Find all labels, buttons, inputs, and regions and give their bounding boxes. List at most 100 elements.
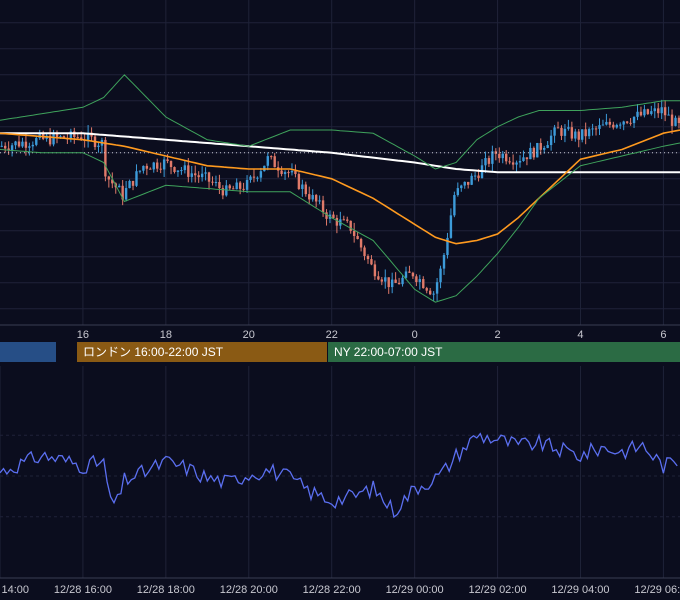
candle-down bbox=[608, 121, 612, 125]
candle-up bbox=[256, 177, 259, 179]
candle-down bbox=[211, 181, 214, 183]
candle-up bbox=[311, 195, 314, 200]
candle-down bbox=[280, 170, 283, 175]
candle-down bbox=[24, 141, 28, 148]
candle-up bbox=[574, 131, 577, 139]
candle-down bbox=[556, 127, 560, 129]
candle-down bbox=[498, 153, 501, 159]
candle-up bbox=[28, 146, 31, 148]
candle-down bbox=[131, 180, 135, 186]
candle-down bbox=[560, 127, 563, 136]
candle-down bbox=[394, 279, 397, 283]
candle-up bbox=[432, 293, 435, 295]
candle-up bbox=[214, 181, 218, 183]
candle-up bbox=[249, 176, 252, 180]
candle-up bbox=[660, 107, 663, 114]
candle-up bbox=[615, 124, 618, 128]
candle-up bbox=[674, 117, 677, 126]
candle-up bbox=[515, 162, 518, 165]
candle-down bbox=[3, 145, 7, 149]
candle-down bbox=[539, 143, 542, 150]
candle-up bbox=[529, 147, 532, 160]
candle-up bbox=[390, 279, 394, 288]
session-tokyo-label bbox=[0, 345, 6, 359]
candle-down bbox=[107, 176, 111, 180]
candle-down bbox=[646, 109, 650, 114]
candle-up bbox=[601, 124, 605, 126]
candle-up bbox=[176, 170, 180, 172]
candle-down bbox=[159, 168, 162, 170]
candle-down bbox=[346, 219, 349, 221]
candle-up bbox=[453, 195, 456, 216]
candle-up bbox=[470, 175, 473, 185]
candle-up bbox=[21, 141, 24, 147]
x-tick-label: 4 bbox=[577, 329, 583, 341]
oscillator-x-tick-label: 12/28 20:00 bbox=[220, 584, 278, 596]
candle-up bbox=[318, 200, 321, 202]
oscillator-x-tick-label: 12/29 06:00 bbox=[634, 584, 680, 596]
candle-up bbox=[180, 170, 183, 172]
oscillator-x-tick-label: 12/28 16:00 bbox=[54, 584, 112, 596]
candle-up bbox=[567, 127, 570, 129]
candle-down bbox=[166, 159, 169, 162]
candle-down bbox=[629, 122, 632, 124]
candle-up bbox=[636, 111, 639, 117]
x-tick-label: 18 bbox=[160, 329, 172, 341]
candle-up bbox=[632, 116, 636, 124]
oscillator-x-tick-label: 12/28 22:00 bbox=[303, 584, 361, 596]
candle-down bbox=[363, 247, 366, 256]
candle-up bbox=[442, 255, 446, 269]
candle-up bbox=[549, 135, 553, 146]
candle-up bbox=[10, 145, 14, 151]
candle-down bbox=[242, 188, 245, 190]
candle-up bbox=[619, 124, 622, 126]
candle-up bbox=[501, 153, 504, 159]
candle-down bbox=[487, 158, 491, 164]
oscillator-x-tick-label: 12/28 18:00 bbox=[137, 584, 195, 596]
candle-down bbox=[594, 128, 598, 130]
candle-down bbox=[228, 185, 231, 189]
candle-down bbox=[422, 279, 425, 289]
candle-up bbox=[152, 162, 155, 170]
candle-up bbox=[142, 165, 145, 171]
candle-up bbox=[266, 156, 269, 166]
candle-up bbox=[235, 182, 238, 190]
session-bar-ny: NY 22:00-07:00 JST bbox=[328, 342, 680, 362]
candle-up bbox=[563, 128, 567, 136]
candle-up bbox=[439, 268, 442, 283]
candle-up bbox=[162, 159, 166, 170]
candle-down bbox=[218, 181, 221, 189]
candle-down bbox=[156, 162, 159, 169]
candle-up bbox=[591, 128, 594, 130]
candle-down bbox=[387, 277, 390, 288]
candle-up bbox=[290, 171, 294, 173]
x-tick-label: 22 bbox=[326, 329, 338, 341]
candle-up bbox=[35, 138, 38, 145]
candle-up bbox=[463, 181, 466, 186]
session-london-label: ロンドン 16:00-22:00 JST bbox=[83, 345, 224, 359]
candle-up bbox=[643, 109, 646, 116]
candle-up bbox=[435, 282, 439, 294]
candle-up bbox=[622, 121, 625, 125]
candle-down bbox=[504, 153, 508, 162]
candle-down bbox=[511, 162, 515, 165]
chart-root: 16 18 20 22 0 2 4 6 ロンドン 16:00-22:00 JST NY 22:… bbox=[0, 0, 680, 600]
candle-down bbox=[508, 161, 511, 163]
candle-down bbox=[173, 167, 176, 172]
candle-up bbox=[52, 133, 55, 145]
candle-down bbox=[377, 276, 380, 280]
candle-down bbox=[532, 147, 536, 158]
candle-up bbox=[449, 215, 453, 238]
candle-down bbox=[570, 127, 574, 139]
candle-up bbox=[97, 145, 100, 148]
candle-up bbox=[59, 136, 62, 138]
candle-down bbox=[314, 195, 318, 202]
oscillator-chart: 12/28 14:00 12/28 16:00 12/28 18:00 12/28 2… bbox=[0, 366, 680, 600]
candle-up bbox=[135, 171, 138, 186]
candle-down bbox=[657, 108, 660, 114]
candle-up bbox=[259, 171, 263, 178]
candle-down bbox=[169, 161, 173, 168]
candle-up bbox=[190, 173, 193, 177]
candle-up bbox=[418, 279, 422, 283]
candle-down bbox=[17, 141, 21, 147]
